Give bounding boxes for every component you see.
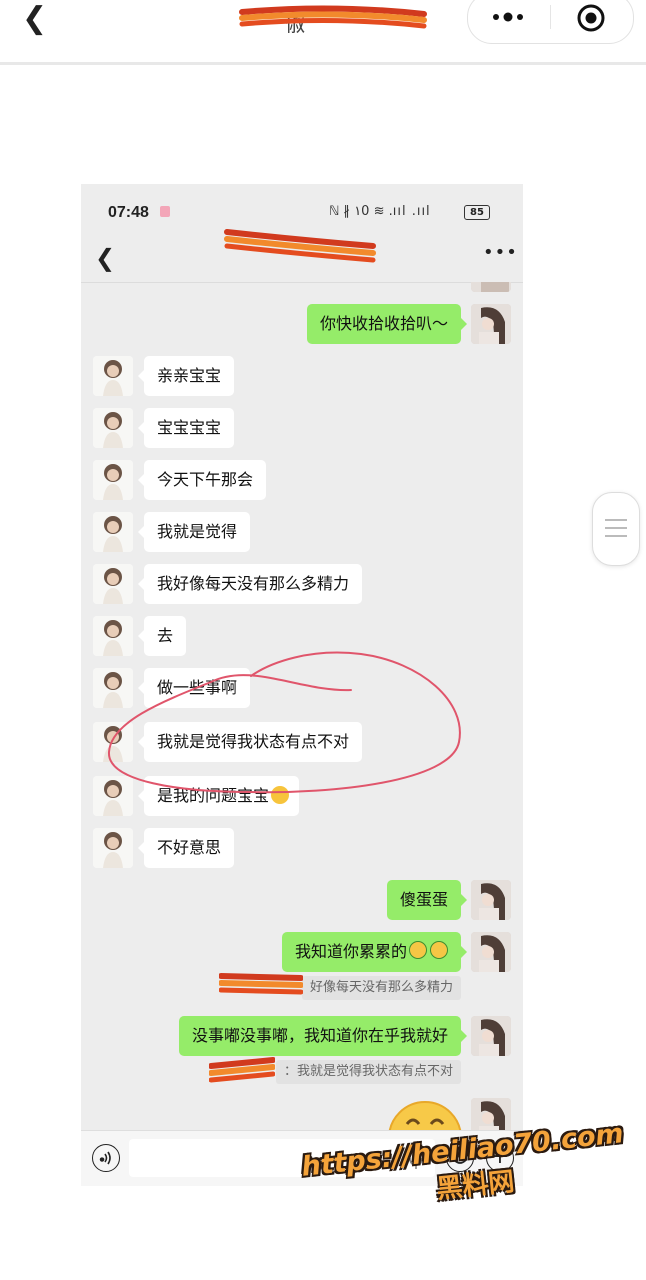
mini-program-capsule <box>467 0 634 44</box>
received-message-bubble[interactable]: 我就是觉得 <box>137 512 251 552</box>
floating-side-handle[interactable] <box>592 492 640 566</box>
green-emoji-icon <box>409 941 427 959</box>
embedded-chat-screenshot: 07:48 ℕ ∦ ١0 ≋ .ııl .ııl 85 ❮ ••• 你快收拾收拾… <box>81 184 523 1186</box>
contact-name-redaction <box>224 229 376 263</box>
avatar <box>471 282 511 292</box>
received-message-bubble[interactable]: 宝宝宝宝 <box>137 408 235 448</box>
received-message-bubble[interactable]: 今天下午那会 <box>137 460 267 500</box>
battery-icon: 85 <box>464 205 490 220</box>
back-chevron-icon[interactable]: ❮ <box>22 4 47 34</box>
green-emoji-icon <box>430 941 448 959</box>
chat-nav-bar: ❮ ••• <box>81 229 523 283</box>
top-bar-divider <box>0 62 646 65</box>
annotation-circle <box>107 651 461 794</box>
quoted-reply[interactable]: 好像每天没有那么多精力 <box>301 976 461 1000</box>
chat-more-icon[interactable]: ••• <box>483 242 518 263</box>
avatar[interactable] <box>93 356 133 396</box>
close-target-icon[interactable] <box>576 3 606 33</box>
redaction-scribble <box>239 5 427 29</box>
chat-back-chevron-icon[interactable]: ❮ <box>95 244 115 272</box>
smiley-sticker-icon[interactable] <box>385 1098 465 1130</box>
capsule-divider <box>550 5 551 29</box>
avatar[interactable] <box>471 880 511 920</box>
more-dots-icon[interactable] <box>488 3 528 27</box>
message-list: 你快收拾收拾叭～ 亲亲宝宝 宝宝宝宝 今天下午那会 我就是觉得 我好像每天没有那… <box>81 282 523 1130</box>
received-message-bubble[interactable]: 不好意思 <box>137 828 235 868</box>
message-text: 我知道你累累的 <box>294 942 407 961</box>
avatar[interactable] <box>93 408 133 448</box>
notification-icon <box>160 206 170 217</box>
avatar[interactable] <box>93 512 133 552</box>
avatar[interactable] <box>93 460 133 500</box>
avatar[interactable] <box>471 1098 511 1130</box>
quote-sender-redaction <box>209 1057 275 1083</box>
quoted-reply[interactable]: ：我就是觉得我状态有点不对 <box>275 1060 461 1084</box>
avatar[interactable] <box>93 828 133 868</box>
signal-icons: ℕ ∦ ١0 ≋ .ııl .ııl <box>329 204 431 219</box>
received-message-bubble[interactable]: 我好像每天没有那么多精力 <box>137 564 363 604</box>
sent-message-bubble[interactable]: 傻蛋蛋 <box>386 880 468 920</box>
quote-sender-redaction <box>219 973 303 995</box>
avatar[interactable] <box>471 304 511 344</box>
status-time: 07:48 <box>108 204 149 221</box>
browser-top-bar: ❮ 俶 <box>0 0 646 60</box>
avatar[interactable] <box>471 932 511 972</box>
received-message-bubble[interactable]: 亲亲宝宝 <box>137 356 235 396</box>
sent-message-bubble[interactable]: 没事嘟没事嘟，我知道你在乎我就好 <box>178 1016 468 1056</box>
avatar[interactable] <box>93 564 133 604</box>
voice-input-icon[interactable] <box>92 1144 120 1172</box>
sent-message-bubble[interactable]: 你快收拾收拾叭～ <box>306 304 468 344</box>
sent-message-bubble[interactable]: 我知道你累累的 <box>281 932 468 972</box>
avatar[interactable] <box>471 1016 511 1056</box>
